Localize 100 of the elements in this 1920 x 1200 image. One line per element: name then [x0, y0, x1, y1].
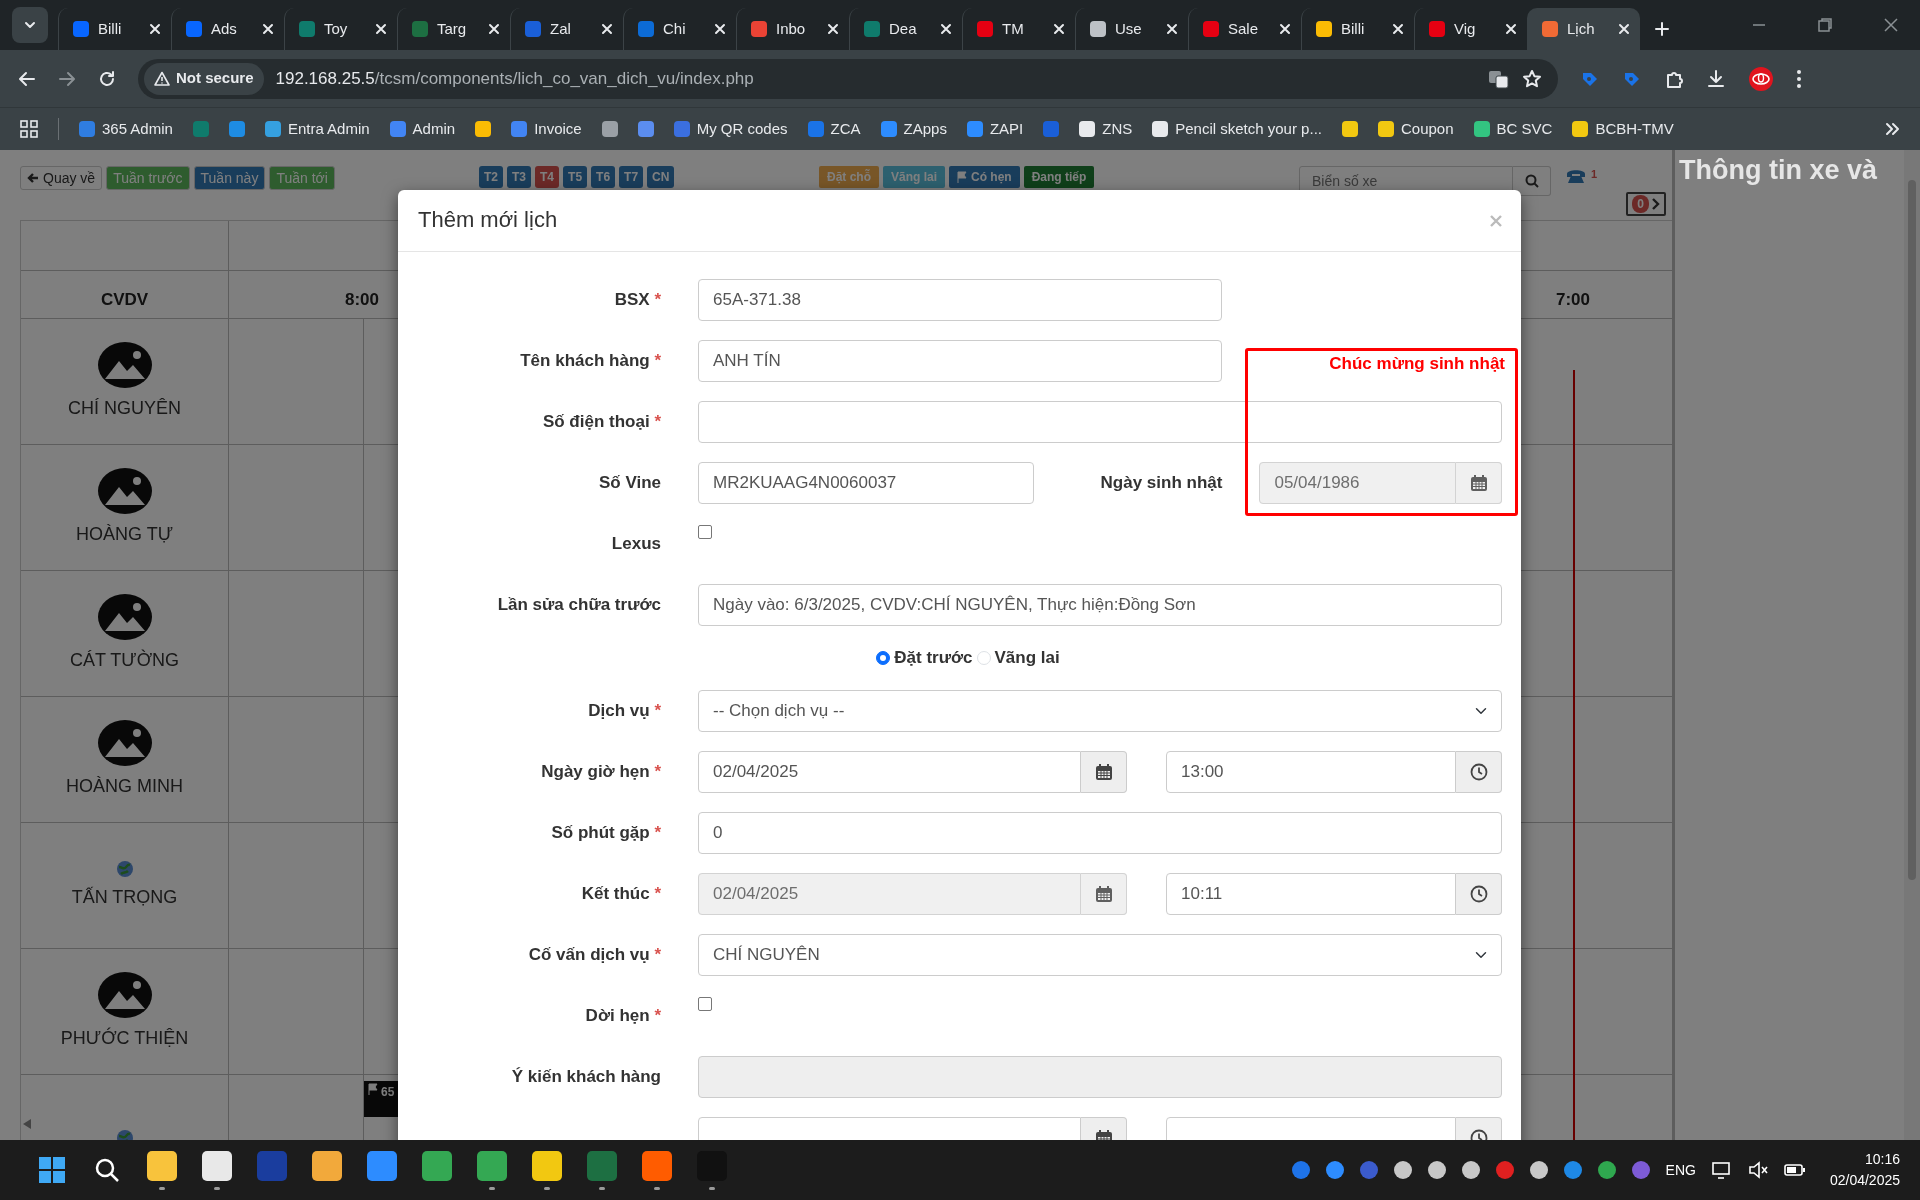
- field-label: Ý kiến khách hàng: [511, 1066, 661, 1086]
- forward-icon[interactable]: [58, 69, 76, 88]
- field-label: Kết thúc: [581, 883, 650, 903]
- tray-icon[interactable]: [1597, 1161, 1616, 1179]
- required-mark: *: [653, 700, 661, 720]
- column-header: CVDV: [100, 288, 149, 311]
- field-label: Lexus: [611, 534, 661, 553]
- clock-button[interactable]: [1456, 872, 1502, 915]
- menu-icon[interactable]: [1796, 68, 1802, 89]
- new-tab-icon[interactable]: [1654, 21, 1670, 37]
- dropdown[interactable]: -- Chọn dịch vụ --: [698, 689, 1502, 732]
- tray-icon[interactable]: [1427, 1161, 1446, 1179]
- bookmark-link[interactable]: Admin: [389, 117, 456, 141]
- bookmark-link[interactable]: BC SVC: [1473, 117, 1553, 141]
- windows-logo-icon: [37, 1156, 66, 1184]
- tray-icon[interactable]: [1529, 1161, 1548, 1179]
- legend-tag: Đặt chỗ: [819, 166, 879, 188]
- input-field[interactable]: 0: [698, 811, 1502, 854]
- url-text: 192.168.25.5/tcsm/components/lich_co_van_dich_vu/index.php: [275, 67, 755, 90]
- required-mark: *: [653, 290, 661, 310]
- tray-icon[interactable]: [1325, 1161, 1344, 1179]
- nav-button[interactable]: Quay về: [20, 166, 103, 190]
- field-label: Số điện thoại: [542, 412, 650, 432]
- apps-grid-icon[interactable]: [20, 120, 38, 138]
- calendar-icon: [1094, 884, 1113, 903]
- bookmark-link[interactable]: Invoice: [511, 117, 582, 141]
- profile-avatar-icon[interactable]: [1748, 65, 1774, 92]
- hour-label: 7:00: [1555, 288, 1590, 311]
- legend-tag: Vãng lai: [883, 166, 946, 188]
- time-field[interactable]: 13:00: [1166, 750, 1502, 793]
- clock-icon: [1469, 884, 1488, 903]
- bookmark-link[interactable]: ZCA: [807, 117, 861, 141]
- bookmark-link[interactable]: Entra Admin: [264, 117, 370, 141]
- bookmark-link[interactable]: Coupon: [1377, 117, 1454, 141]
- running-indicator: [158, 1186, 165, 1190]
- field-label: Số Vine: [598, 473, 661, 493]
- dropdown[interactable]: CHÍ NGUYÊN: [698, 933, 1502, 976]
- running-indicator: [598, 1186, 605, 1190]
- field-label: Ngày sinh nhật: [1100, 473, 1223, 493]
- reload-icon[interactable]: [98, 69, 116, 88]
- legend-tag: Có hẹn: [949, 166, 1020, 188]
- restore-icon[interactable]: [1818, 18, 1832, 32]
- bookmark-link[interactable]: ZNS: [1079, 117, 1133, 141]
- checkbox[interactable]: [698, 525, 712, 539]
- date-field[interactable]: 02/04/2025: [698, 750, 1127, 793]
- search-icon: [1524, 174, 1539, 188]
- input-field[interactable]: [698, 401, 1502, 443]
- scrollbar[interactable]: [1904, 150, 1920, 1140]
- bookmark-icon[interactable]: [1341, 121, 1358, 137]
- bookmark-link[interactable]: My QR codes: [673, 117, 788, 141]
- bookmark-link[interactable]: ZAPI: [966, 117, 1024, 141]
- bookmark-link[interactable]: ZApps: [880, 117, 947, 141]
- field-label: BSX: [614, 290, 650, 310]
- advisor-name: TẤN TRỌNG: [71, 885, 178, 909]
- download-icon[interactable]: [1706, 68, 1726, 89]
- tray-icon[interactable]: [1563, 1161, 1582, 1179]
- bookmark-link[interactable]: 365 Admin: [79, 117, 173, 141]
- panel-title: Thông tin xe và: [1679, 154, 1878, 187]
- radio-label[interactable]: Đặt trước: [894, 645, 973, 671]
- bookmark-link[interactable]: BCBH-TMV: [1572, 117, 1674, 141]
- bookmark-icon[interactable]: [228, 121, 245, 137]
- advisor-name: HOÀNG TỰ: [75, 523, 174, 546]
- bookmark-link[interactable]: Pencil sketch your p...: [1152, 117, 1322, 141]
- radio-button[interactable]: [876, 650, 891, 665]
- search-button[interactable]: [1513, 166, 1551, 196]
- star-icon[interactable]: [1522, 68, 1542, 89]
- browser-tab[interactable]: Lịch: [1527, 8, 1640, 50]
- clock[interactable]: 10:16 02/04/2025: [1829, 1149, 1900, 1191]
- input-field[interactable]: ANH TÍN: [698, 340, 1222, 382]
- language-indicator[interactable]: ENG: [1665, 1159, 1696, 1181]
- search-icon: [93, 1157, 120, 1183]
- radio-label[interactable]: Vãng lai: [994, 645, 1060, 671]
- tray-icon[interactable]: [1461, 1161, 1480, 1179]
- clock-button[interactable]: [1456, 750, 1502, 793]
- input-field[interactable]: Ngày vào: 6/3/2025, CVDV:CHÍ NGUYÊN, Thực hiện:Đồng Sơn: [698, 584, 1502, 626]
- bookmark-icon[interactable]: [601, 121, 618, 137]
- address-bar[interactable]: Not secure 192.168.25.5/tcsm/components/lich_co_van_dich_vu/index.php: [138, 58, 1558, 99]
- checkbox[interactable]: [698, 996, 712, 1011]
- legend-tag: Đang tiếp: [1023, 166, 1095, 188]
- hour-label: 8:00: [345, 288, 380, 311]
- battery-icon[interactable]: [1783, 1163, 1806, 1177]
- bookmark-icon[interactable]: [475, 121, 492, 137]
- field-label: Ngày giờ hẹn: [541, 761, 650, 781]
- calendar-button[interactable]: [1081, 750, 1127, 793]
- security-chip[interactable]: Not secure: [144, 62, 264, 95]
- back-icon[interactable]: [18, 69, 36, 88]
- muted-speaker-icon[interactable]: [1747, 1161, 1768, 1179]
- arrow-left-icon: [27, 172, 39, 184]
- appointment-block[interactable]: 65: [364, 1081, 399, 1117]
- image-placeholder-icon: [96, 971, 153, 1019]
- translate-icon[interactable]: [1488, 68, 1510, 89]
- input-field[interactable]: 65A-371.38: [698, 279, 1222, 321]
- tab-search-button[interactable]: [12, 7, 48, 43]
- network-icon[interactable]: [1711, 1161, 1732, 1179]
- more-bookmarks-icon[interactable]: [1884, 121, 1900, 137]
- warning-icon: [154, 70, 170, 87]
- birthday-message: Chúc mừng sinh nhật: [1329, 353, 1505, 375]
- bookmark-icon[interactable]: [637, 121, 654, 137]
- tray-icon[interactable]: [1393, 1161, 1412, 1179]
- scroll-left-icon[interactable]: [22, 1118, 32, 1130]
